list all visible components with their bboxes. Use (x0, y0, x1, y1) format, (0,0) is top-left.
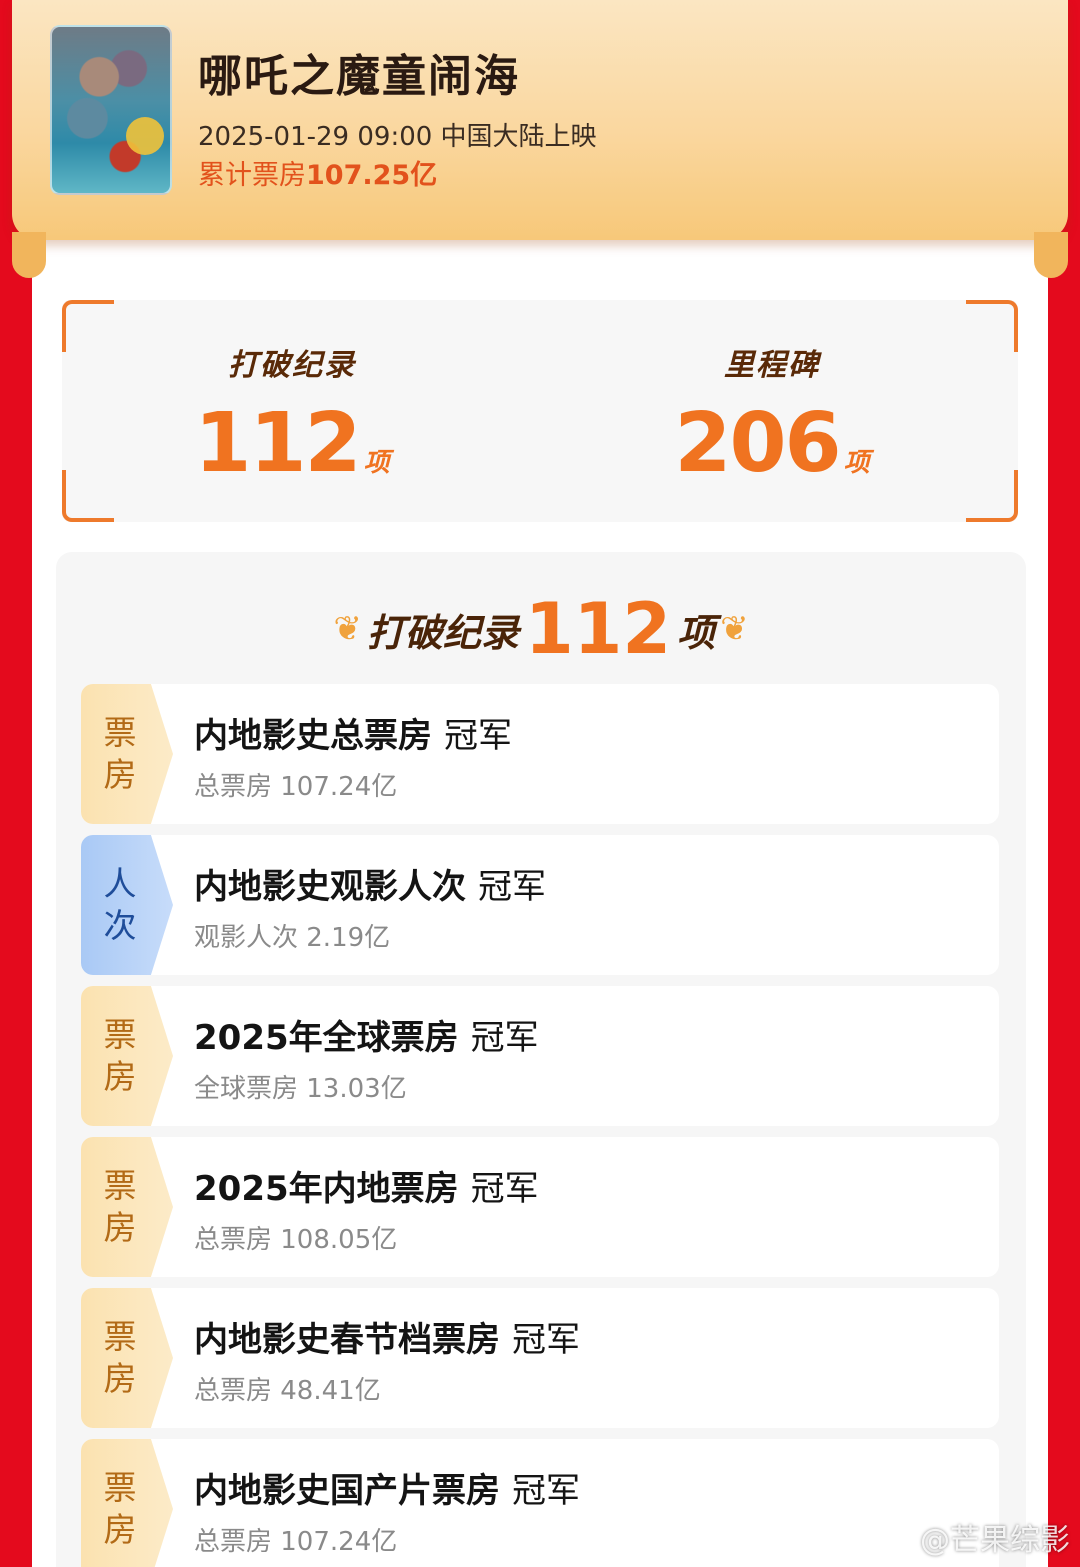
record-card[interactable]: 人次 内地影史观影人次 冠军 观影人次 2.19亿 (81, 835, 999, 975)
records-list-container: ❦ 打破纪录112 项 ❦ 票房 内地影史总票房 冠军 总票房 107.24亿 人次… (56, 552, 1026, 1567)
category-tag: 票房 (81, 684, 173, 824)
stats-summary: 打破纪录 112 项 里程碑 206 项 (62, 300, 1018, 522)
milestones-value: 206 (674, 396, 841, 491)
record-title: 内地影史观影人次 冠军 (194, 867, 546, 907)
record-detail: 总票房 48.41亿 (194, 1376, 381, 1406)
banner-curl-left (12, 232, 46, 278)
record-detail: 全球票房 13.03亿 (194, 1074, 407, 1104)
record-detail: 观影人次 2.19亿 (194, 923, 391, 953)
milestones-label: 里程碑 (724, 348, 820, 383)
section-unit: 项 (677, 610, 716, 655)
laurel-right-icon: ❦ (720, 609, 749, 649)
record-title: 内地影史总票房 冠军 (194, 716, 512, 756)
record-title: 内地影史春节档票房 冠军 (194, 1320, 580, 1360)
record-detail: 总票房 107.24亿 (194, 772, 398, 802)
record-card[interactable]: 票房 内地影史总票房 冠军 总票房 107.24亿 (81, 684, 999, 824)
record-title: 2025年内地票房 冠军 (194, 1169, 539, 1209)
records-label: 打破纪录 (228, 348, 356, 383)
box-office-value: 107.25亿 (306, 160, 438, 191)
records-unit: 项 (363, 448, 390, 478)
milestones-stat[interactable]: 里程碑 206 项 (622, 340, 922, 491)
box-office-label: 累计票房 (198, 160, 306, 191)
category-tag: 票房 (81, 986, 173, 1126)
release-info: 2025-01-29 09:00 中国大陆上映 (198, 122, 597, 152)
cumulative-box-office: 累计票房107.25亿 (198, 153, 437, 192)
category-tag: 票房 (81, 1137, 173, 1277)
corner-bracket (966, 470, 1018, 522)
record-card[interactable]: 票房 2025年全球票房 冠军 全球票房 13.03亿 (81, 986, 999, 1126)
records-value: 112 (194, 396, 361, 491)
corner-bracket (62, 470, 114, 522)
record-card[interactable]: 票房 内地影史春节档票房 冠军 总票房 48.41亿 (81, 1288, 999, 1428)
category-tag: 票房 (81, 1439, 173, 1567)
record-title: 内地影史国产片票房 冠军 (194, 1471, 580, 1511)
movie-title: 哪吒之魔童闹海 (198, 51, 520, 102)
record-card[interactable]: 票房 2025年内地票房 冠军 总票房 108.05亿 (81, 1137, 999, 1277)
category-tag: 人次 (81, 835, 173, 975)
record-title: 2025年全球票房 冠军 (194, 1018, 539, 1058)
movie-poster[interactable] (50, 25, 172, 195)
laurel-left-icon: ❦ (333, 609, 362, 649)
watermark: @芒果综影 (884, 1515, 1070, 1559)
records-section-heading: ❦ 打破纪录112 项 ❦ (56, 588, 1026, 670)
section-count: 112 (524, 588, 672, 670)
record-detail: 总票房 108.05亿 (194, 1225, 398, 1255)
record-card[interactable]: 票房 内地影史国产片票房 冠军 总票房 107.24亿 (81, 1439, 999, 1567)
record-detail: 总票房 107.24亿 (194, 1527, 398, 1557)
corner-bracket (966, 300, 1018, 352)
records-stat[interactable]: 打破纪录 112 项 (142, 340, 442, 491)
category-tag: 票房 (81, 1288, 173, 1428)
poster-logo-mark (126, 117, 164, 155)
section-label: 打破纪录 (366, 610, 519, 655)
milestones-unit: 项 (843, 448, 870, 478)
weibo-icon (884, 1529, 914, 1554)
banner-curl-right (1034, 232, 1068, 278)
corner-bracket (62, 300, 114, 352)
